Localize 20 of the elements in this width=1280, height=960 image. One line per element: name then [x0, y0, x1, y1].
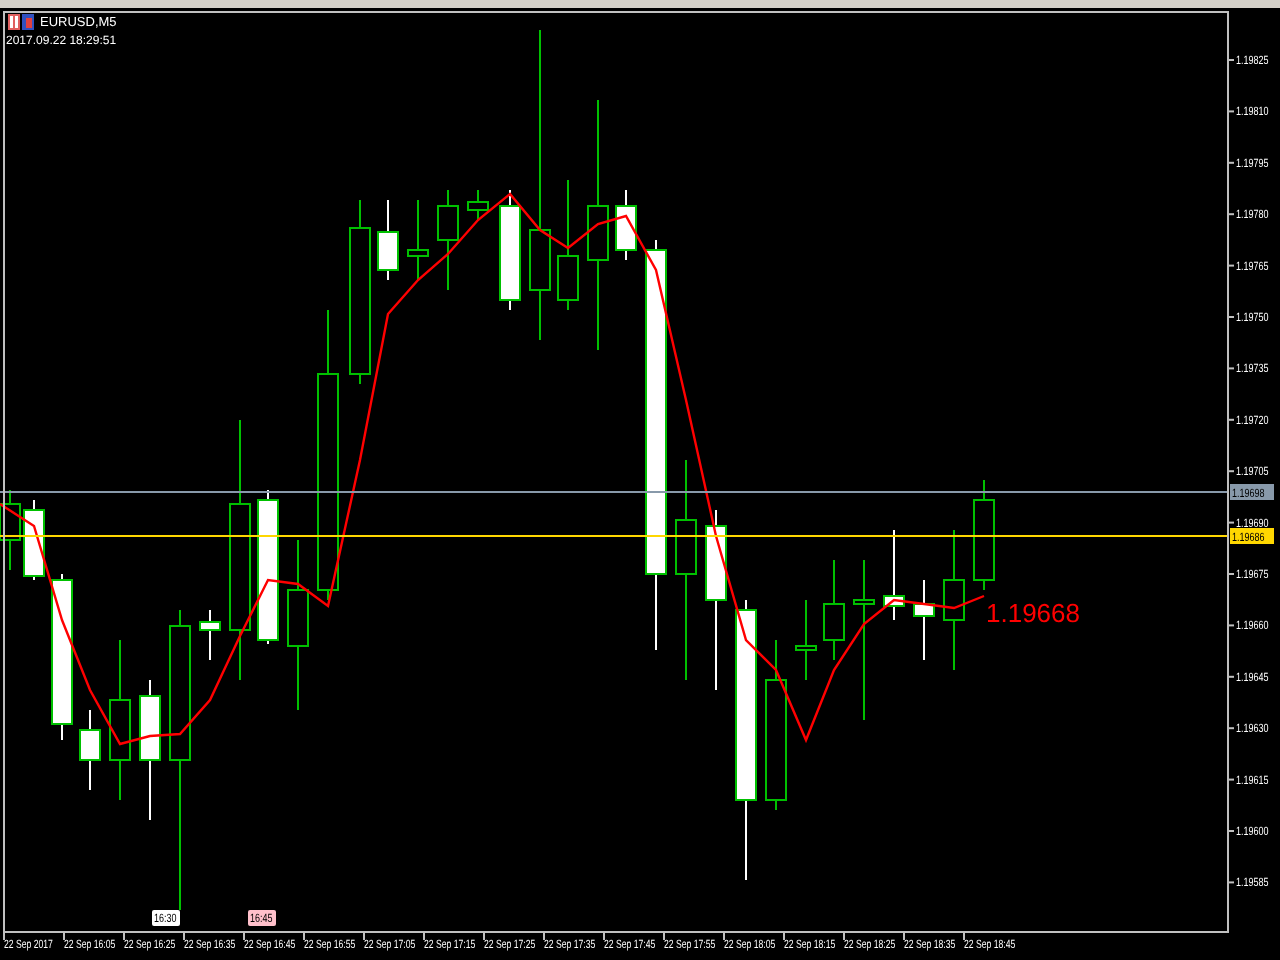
chart-icon: [8, 14, 34, 30]
candle: [557, 179, 579, 311]
candle: [0, 489, 21, 571]
candle: [883, 529, 905, 621]
candle: [823, 559, 845, 661]
candle: [913, 579, 935, 661]
candle: [973, 479, 995, 591]
candle: [943, 529, 965, 671]
candle: [467, 189, 489, 221]
candle: [407, 199, 429, 281]
candle: [199, 609, 221, 661]
candle: [23, 499, 45, 581]
candle: [499, 189, 521, 311]
candle: [615, 189, 637, 261]
candle: [437, 189, 459, 291]
candle: [79, 709, 101, 791]
candle: [377, 199, 399, 281]
candle: [139, 679, 161, 821]
indicator-value: 1.19668: [986, 598, 1080, 628]
candle: [795, 599, 817, 681]
